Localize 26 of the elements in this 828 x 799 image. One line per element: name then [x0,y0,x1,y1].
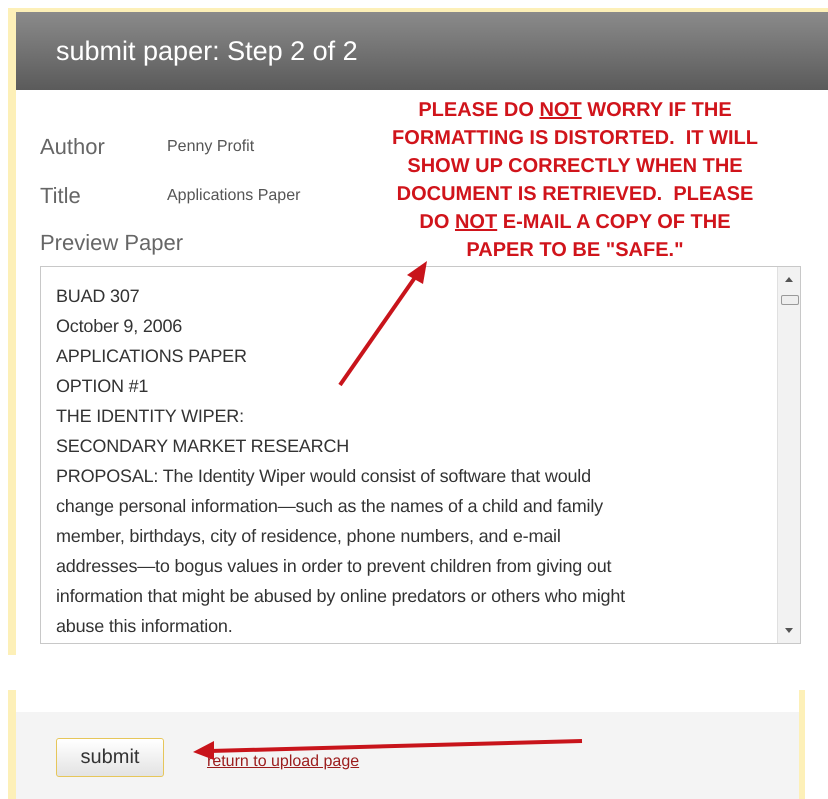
scroll-thumb[interactable] [781,295,799,305]
paper-text-line: PROPOSAL: The Identity Wiper would consist of software that would [56,465,592,488]
field-label: Author [40,134,106,160]
paper-text-line: abuse this information. [56,615,234,638]
paper-text-line: addresses—to bogus values in order to prevent children from giving out [56,555,612,578]
scroll-up-icon[interactable] [785,277,793,282]
paper-text-line: change personal information—such as the names of a child and family [56,495,604,518]
paper-text-line: OPTION #1 [56,375,150,398]
scrollbar[interactable] [777,267,800,643]
page-title: submit paper: Step 2 of 2 [56,36,358,66]
return-link[interactable]: return to upload page [207,752,360,770]
preview-box[interactable] [40,266,801,644]
paper-text-line: THE IDENTITY WIPER: [56,405,245,428]
field-label: Title [40,182,82,208]
field-value: Applications Paper [167,186,300,204]
field-value: Penny Profit [167,138,254,156]
paper-text-line: SECONDARY MARKET RESEARCH [56,435,350,458]
paper-text-line: member, birthdays, city of residence, phone numbers, and e-mail [56,525,562,548]
paper-text-line: October 9, 2006 [56,315,184,338]
section-label: Preview Paper [40,230,184,256]
warning-note: PLEASE DO NOT WORRY IF THE FORMATTING IS DISTORTED. IT WILL SHOW UP CORRECTLY WHEN THE DOCUMENT IS RETRIEVED. PLEASE DO NOT E-MAIL A COPY OF THE PAPER TO BE "SAFE." [391,98,759,263]
scroll-down-icon[interactable] [785,628,793,633]
paper-text-line: information that might be abused by online predators or others who might [56,585,626,608]
paper-text-line: BUAD 307 [56,285,140,308]
paper-text-line: APPLICATIONS PAPER [56,345,248,368]
submit-button[interactable]: submit [56,738,164,776]
